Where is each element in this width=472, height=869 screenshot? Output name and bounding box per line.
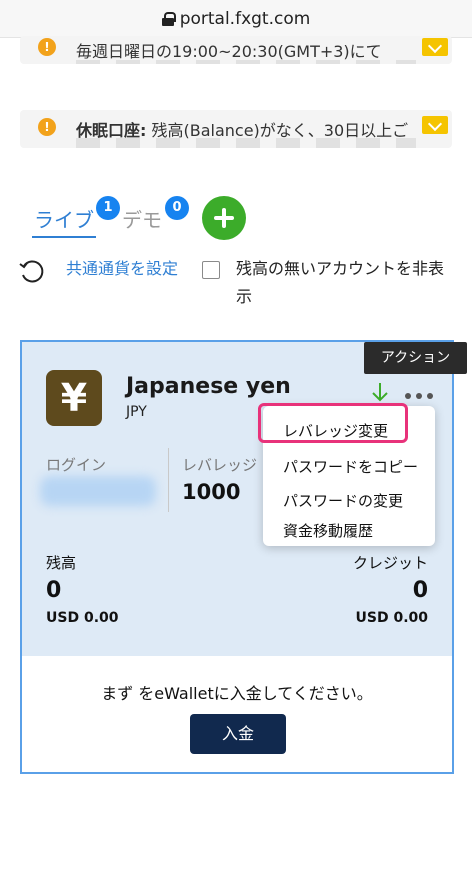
more-actions-icon[interactable] (404, 392, 434, 400)
credit-usd: USD 0.00 (355, 610, 429, 626)
menu-item-transfer-history[interactable]: 資金移動履歴 (283, 520, 373, 541)
balance-label: 残高 (46, 554, 77, 572)
highlight-box (258, 403, 408, 443)
maintenance-notice: ! 毎週日曜日の19:00~20:30(GMT+3)にて (20, 36, 452, 64)
browser-url-bar[interactable]: portal.fxgt.com (0, 0, 472, 38)
account-name: Japanese yen (126, 374, 291, 399)
set-common-currency-link[interactable]: 共通通貨を設定 (66, 255, 186, 283)
chevron-down-icon[interactable] (422, 116, 448, 134)
info-icon: ! (38, 38, 56, 56)
credit-value: 0 (412, 578, 428, 603)
dormant-account-notice: ! 休眠口座: 残高(Balance)がなく、30日以上ご (20, 110, 452, 148)
hide-zero-balance-checkbox[interactable] (202, 261, 220, 279)
login-label: ログイン (46, 456, 107, 474)
chevron-down-icon[interactable] (422, 38, 448, 56)
hide-zero-balance-label: 残高の無いアカウントを非表示 (236, 259, 445, 306)
credit-label: クレジット (352, 554, 428, 572)
menu-item-copy-password[interactable]: パスワードをコピー (283, 456, 418, 477)
leverage-label: レバレッジ (182, 456, 258, 474)
menu-item-change-password[interactable]: パスワードの変更 (283, 490, 403, 511)
deposit-message: まず をeWalletに入金してください。 (101, 684, 373, 703)
active-tab-underline (32, 236, 96, 238)
notice-text: 毎週日曜日の19:00~20:30(GMT+3)にて (76, 42, 382, 61)
yen-icon: ¥ (46, 370, 102, 426)
divider (168, 448, 169, 512)
leverage-value: 1000 (182, 480, 241, 504)
refresh-icon[interactable] (18, 258, 46, 286)
tab-demo[interactable]: デモ (122, 204, 162, 233)
login-value-redacted (40, 476, 156, 506)
add-account-button[interactable] (202, 196, 246, 240)
lock-icon (161, 11, 176, 26)
demo-count-badge: 0 (165, 196, 189, 220)
deposit-button[interactable]: 入金 (190, 714, 286, 754)
account-currency-code: JPY (126, 404, 147, 420)
info-icon: ! (38, 118, 56, 136)
balance-value: 0 (46, 578, 62, 603)
url-text: portal.fxgt.com (179, 8, 311, 29)
live-count-badge: 1 (96, 196, 120, 220)
balance-usd: USD 0.00 (46, 610, 119, 626)
actions-tooltip: アクション (364, 342, 467, 374)
tab-live[interactable]: ライブ (34, 204, 94, 233)
